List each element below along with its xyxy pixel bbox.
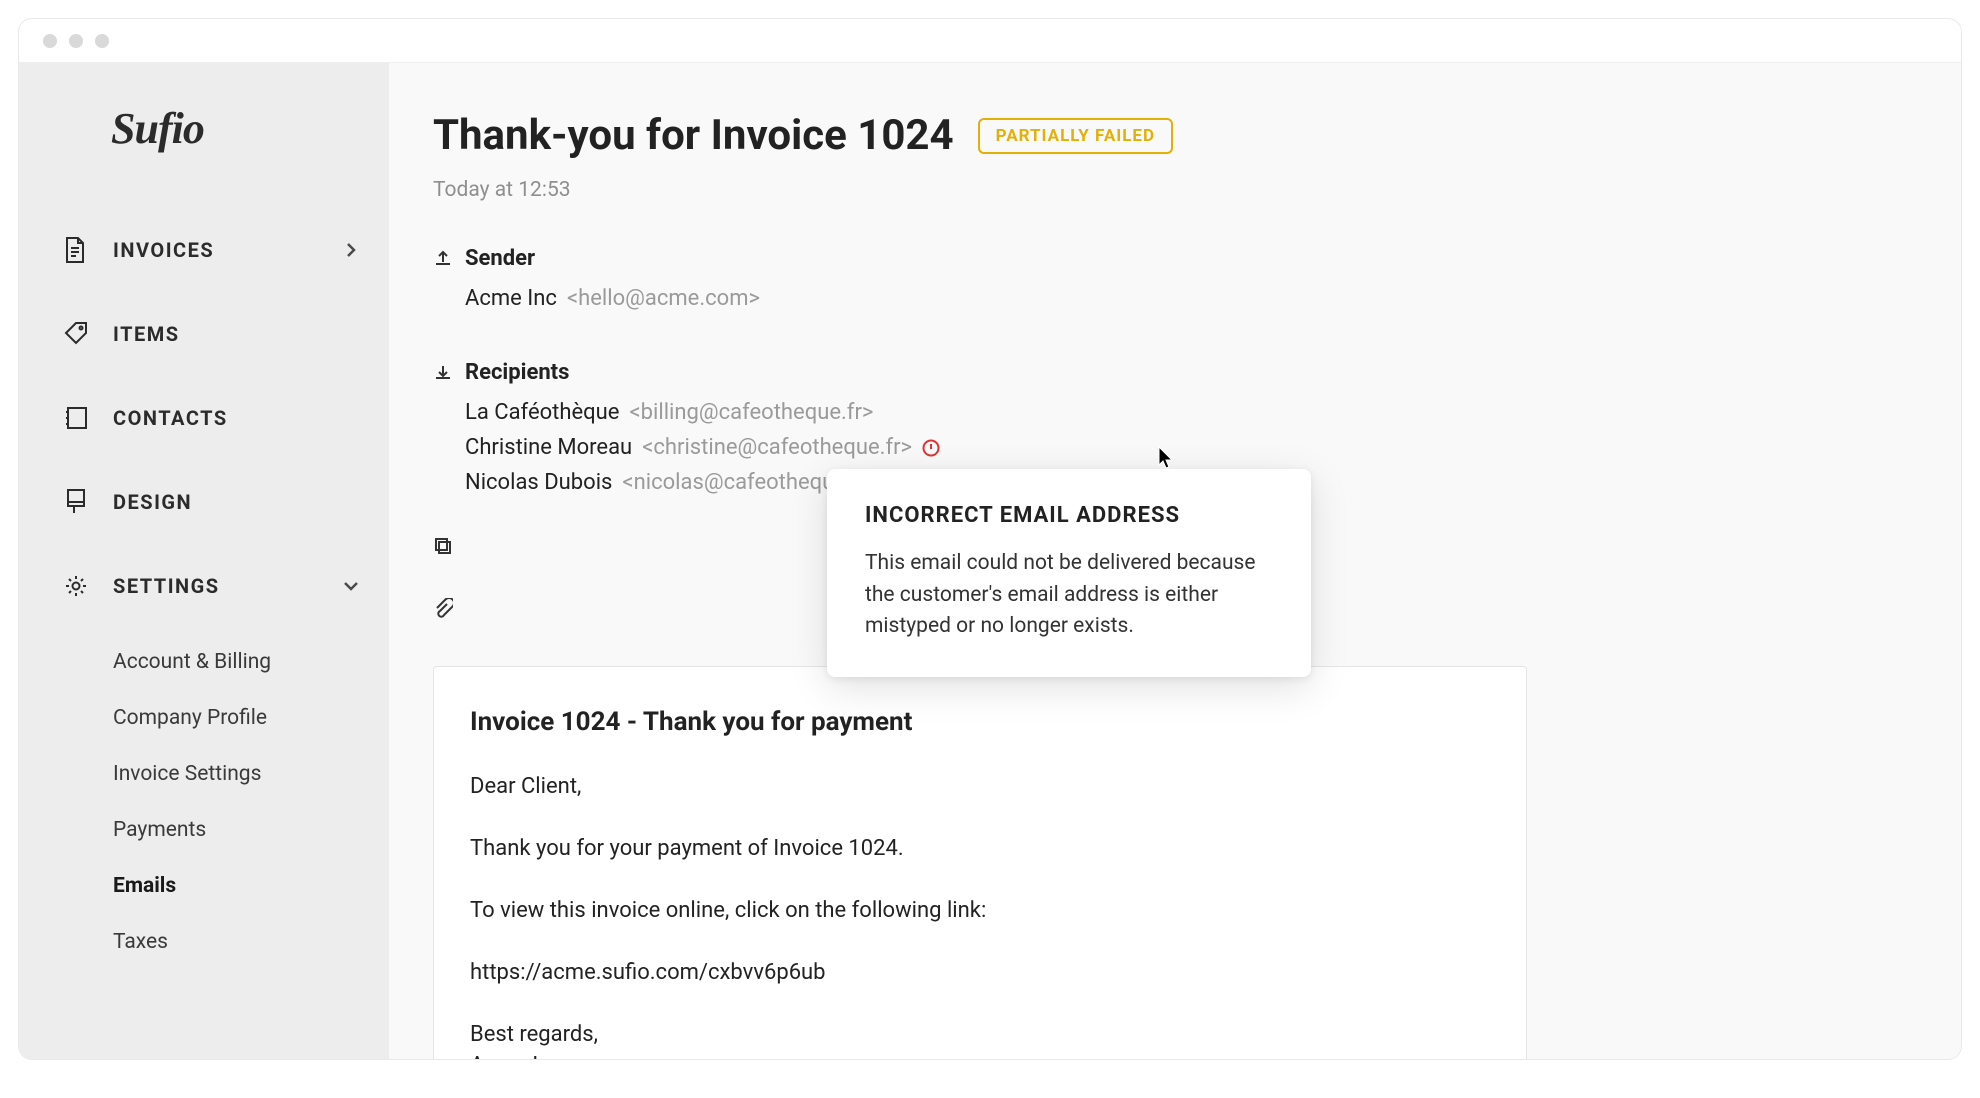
chevron-right-icon xyxy=(343,242,359,258)
email-greeting: Dear Client, xyxy=(470,771,1490,803)
email-link[interactable]: https://acme.sufio.com/cxbvv6p6ub xyxy=(470,957,1490,989)
window-minimize-dot[interactable] xyxy=(69,34,83,48)
subnav-company-profile[interactable]: Company Profile xyxy=(113,690,389,746)
sidebar-item-settings[interactable]: SETTINGS xyxy=(19,544,389,628)
upload-icon xyxy=(433,246,465,316)
sidebar-item-items[interactable]: ITEMS xyxy=(19,292,389,376)
sender-name: Acme Inc xyxy=(465,286,557,311)
email-signoff-name: Acme Inc xyxy=(470,1050,1490,1060)
tooltip-body: This email could not be delivered becaus… xyxy=(865,548,1273,643)
error-icon[interactable] xyxy=(922,439,940,457)
paperclip-icon[interactable] xyxy=(433,596,465,620)
sidebar-item-design[interactable]: DESIGN xyxy=(19,460,389,544)
sender-email: <hello@acme.com> xyxy=(567,286,760,311)
gear-icon xyxy=(63,573,113,599)
brand-logo[interactable]: Sufio xyxy=(19,103,389,154)
recipient-name: La Caféothèque xyxy=(465,400,619,425)
settings-subnav: Account & Billing Company Profile Invoic… xyxy=(19,628,389,970)
sidebar: Sufio INVOICES ITEMS xyxy=(19,63,389,1059)
email-line: To view this invoice online, click on th… xyxy=(470,895,1490,927)
email-signoff: Best regards, xyxy=(470,1019,1490,1051)
brush-icon xyxy=(63,487,113,517)
recipient-name: Christine Moreau xyxy=(465,435,632,460)
nav-label: INVOICES xyxy=(113,238,214,262)
sidebar-item-contacts[interactable]: CONTACTS xyxy=(19,376,389,460)
window-titlebar xyxy=(19,19,1961,63)
contacts-icon xyxy=(63,404,113,432)
sender-line: Acme Inc <hello@acme.com> xyxy=(465,281,1917,316)
recipient-name: Nicolas Dubois xyxy=(465,470,612,495)
app-body: Sufio INVOICES ITEMS xyxy=(19,63,1961,1059)
invoice-icon xyxy=(63,236,113,264)
subnav-account-billing[interactable]: Account & Billing xyxy=(113,634,389,690)
subnav-payments[interactable]: Payments xyxy=(113,802,389,858)
status-badge: PARTIALLY FAILED xyxy=(978,118,1173,154)
copy-icon[interactable] xyxy=(433,534,465,556)
nav-label: SETTINGS xyxy=(113,574,220,598)
subnav-invoice-settings[interactable]: Invoice Settings xyxy=(113,746,389,802)
email-subject: Invoice 1024 - Thank you for payment xyxy=(470,707,1490,737)
nav-label: CONTACTS xyxy=(113,406,228,430)
download-icon xyxy=(433,360,465,500)
email-line: Thank you for your payment of Invoice 10… xyxy=(470,833,1490,865)
sender-section: Sender Acme Inc <hello@acme.com> xyxy=(433,246,1917,316)
page-header: Thank-you for Invoice 1024 PARTIALLY FAI… xyxy=(433,111,1917,160)
tag-icon xyxy=(63,320,113,348)
subnav-emails[interactable]: Emails xyxy=(113,858,389,914)
recipients-label: Recipients xyxy=(465,360,1917,385)
recipient-row: Christine Moreau <christine@cafeotheque.… xyxy=(465,430,1917,465)
timestamp: Today at 12:53 xyxy=(433,178,1917,202)
nav-label: ITEMS xyxy=(113,322,180,346)
window-maximize-dot[interactable] xyxy=(95,34,109,48)
page-title: Thank-you for Invoice 1024 xyxy=(433,111,954,160)
sender-label: Sender xyxy=(465,246,1917,271)
subnav-taxes[interactable]: Taxes xyxy=(113,914,389,970)
main-content: Thank-you for Invoice 1024 PARTIALLY FAI… xyxy=(389,63,1961,1059)
recipient-email: <billing@cafeotheque.fr> xyxy=(629,400,873,425)
recipient-row: La Caféothèque <billing@cafeotheque.fr> xyxy=(465,395,1917,430)
email-preview-card: Invoice 1024 - Thank you for payment Dea… xyxy=(433,666,1527,1060)
chevron-down-icon xyxy=(343,578,359,594)
sidebar-item-invoices[interactable]: INVOICES xyxy=(19,208,389,292)
error-tooltip: INCORRECT EMAIL ADDRESS This email could… xyxy=(827,469,1311,677)
recipient-email: <christine@cafeotheque.fr> xyxy=(642,435,912,460)
nav-label: DESIGN xyxy=(113,490,192,514)
tooltip-title: INCORRECT EMAIL ADDRESS xyxy=(865,503,1273,528)
app-window: Sufio INVOICES ITEMS xyxy=(18,18,1962,1060)
window-close-dot[interactable] xyxy=(43,34,57,48)
